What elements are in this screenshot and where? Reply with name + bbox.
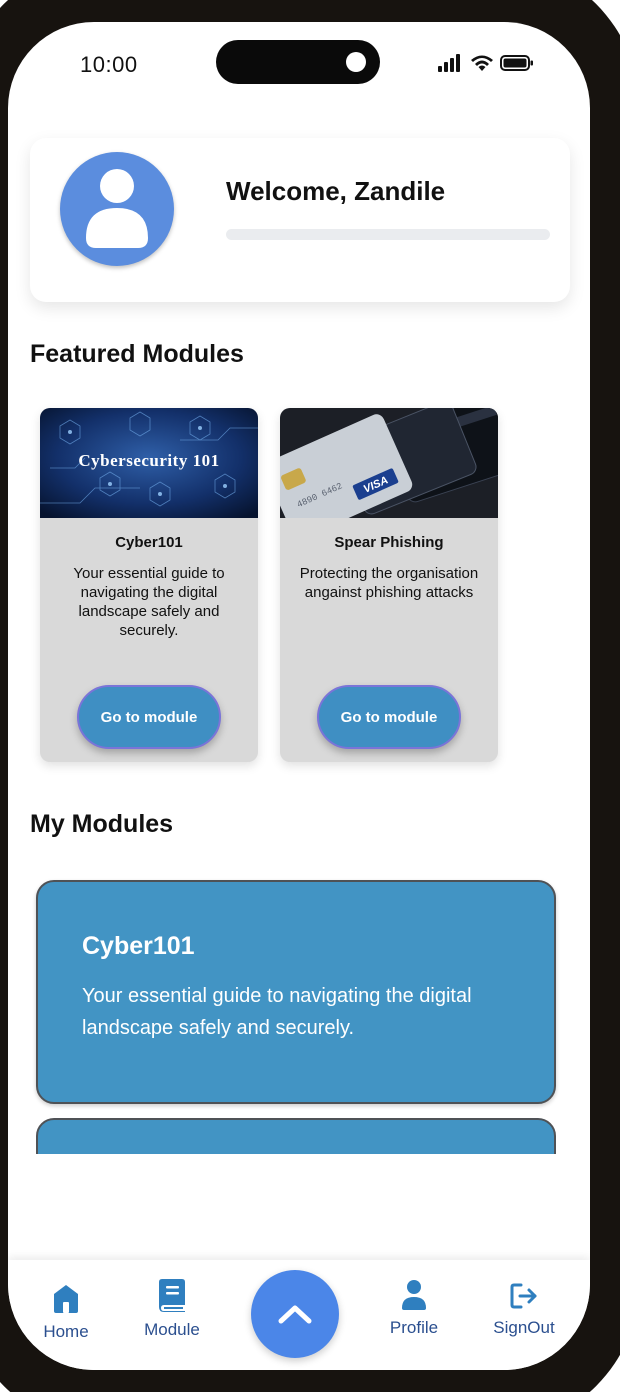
welcome-heading: Welcome, Zandile <box>226 176 446 206</box>
nav-label-signout: SignOut <box>493 1318 555 1337</box>
wifi-icon <box>471 55 493 71</box>
module-image: 4890 6462 VISA <box>280 408 498 518</box>
person-icon <box>402 1280 426 1310</box>
my-module-card-partial-body <box>36 1118 556 1154</box>
book-icon <box>159 1279 185 1312</box>
my-module-card[interactable]: Cyber101 Your essential guide to navigat… <box>36 880 556 1104</box>
featured-module-description: Your essential guide to navigating the d… <box>73 565 225 639</box>
image-caption: Cybersecurity 101 <box>78 451 219 470</box>
my-module-description: Your essential guide to navigating the d… <box>82 985 472 1039</box>
my-module-title: Cyber101 <box>82 932 195 960</box>
home-icon <box>54 1285 78 1313</box>
chevron-up-icon <box>278 1305 312 1324</box>
nav-item-home[interactable]: Home <box>34 1284 98 1342</box>
welcome-card: Welcome, Zandile <box>30 138 570 302</box>
status-time: 10:00 <box>80 52 138 77</box>
nav-item-profile[interactable]: Profile <box>380 1280 448 1338</box>
nav-label-profile: Profile <box>389 1318 439 1337</box>
my-module-card-partial[interactable] <box>36 1118 556 1154</box>
camera-dot <box>346 52 366 72</box>
nav-item-signout[interactable]: SignOut <box>486 1282 562 1338</box>
go-to-module-button[interactable]: Go to module <box>77 685 221 749</box>
progress-bar <box>226 229 550 240</box>
sign-out-icon <box>510 1283 537 1309</box>
go-to-module-button[interactable]: Go to module <box>317 685 461 749</box>
featured-module-card: 4890 6462 VISA Spear Phishing Protecting… <box>280 408 498 762</box>
featured-module-description: Protecting the organisation angainst phi… <box>299 565 479 601</box>
module-image: Cybersecurity 101 <box>40 408 258 518</box>
nav-label-home: Home <box>43 1322 89 1341</box>
nav-label-module: Module <box>144 1320 200 1339</box>
featured-section-title: Featured Modules <box>30 340 244 368</box>
featured-module-title: Spear Phishing <box>334 534 444 551</box>
featured-module-card: Cybersecurity 101 Cyber101 Your essentia… <box>40 408 258 762</box>
avatar[interactable] <box>60 152 174 266</box>
cybersecurity-image: Cybersecurity 101 <box>40 408 258 518</box>
battery-icon <box>500 55 533 71</box>
phone-frame: 10:00 Welcome, Zandile Featured Modules … <box>0 0 620 1392</box>
dynamic-island <box>216 40 380 84</box>
credit-cards-image: 4890 6462 VISA <box>280 408 498 518</box>
user-avatar-icon <box>86 169 148 248</box>
nav-item-module[interactable]: Module <box>134 1278 210 1340</box>
scroll-up-button[interactable] <box>251 1270 339 1358</box>
status-icons <box>438 52 534 74</box>
signal-icon <box>438 54 460 72</box>
featured-module-title: Cyber101 <box>115 534 183 551</box>
app-screen: 10:00 Welcome, Zandile Featured Modules … <box>8 22 590 1370</box>
my-modules-section-title: My Modules <box>30 810 174 838</box>
